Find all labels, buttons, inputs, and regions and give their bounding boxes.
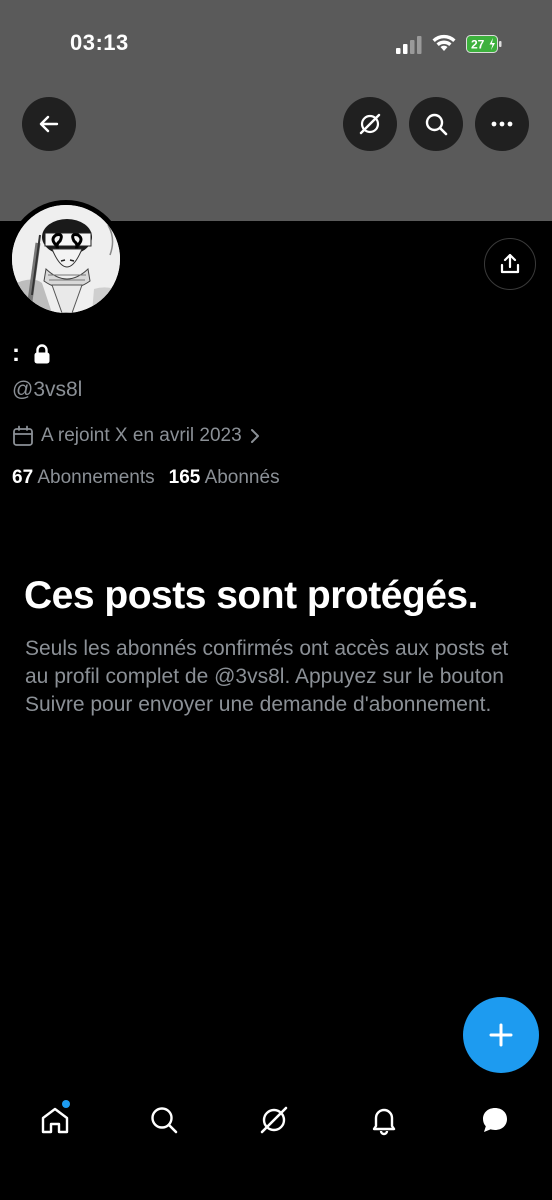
profile-screen: 03:13 27: @3vs8l A rejoint X en avril 2… (0, 0, 552, 1200)
avatar-illustration (12, 205, 120, 313)
home-indicator (0, 1170, 552, 1200)
protected-posts-title: Ces posts sont protégés. (24, 574, 478, 617)
status-bar: 03:13 27 (0, 0, 552, 90)
messages-icon (483, 1108, 507, 1132)
more-horizontal-icon (491, 121, 513, 127)
share-icon (500, 253, 520, 274)
following-count: 67 (12, 467, 34, 488)
tab-messages[interactable] (465, 1085, 525, 1155)
chevron-right-icon (250, 429, 259, 443)
back-button[interactable] (22, 97, 76, 151)
followers-label: Abonnés (204, 467, 280, 488)
followers-count: 165 (168, 467, 201, 488)
lock-icon (34, 344, 50, 364)
following-link[interactable]: 67 Abonnements (12, 467, 155, 488)
status-time: 03:13 (70, 30, 129, 55)
battery-percent: 27 (471, 38, 485, 52)
search-icon (151, 1107, 178, 1134)
grok-button[interactable] (343, 97, 397, 151)
avatar[interactable] (7, 200, 125, 318)
cellular-signal-icon (396, 36, 422, 54)
follow-stats: 67 Abonnements 165 Abonnés (12, 467, 280, 489)
search-icon (425, 113, 448, 136)
followers-link[interactable]: 165 Abonnés (169, 467, 280, 488)
plus-icon (489, 1023, 513, 1047)
protected-posts-description: Seuls les abonnés confirmés ont accès au… (25, 637, 509, 716)
share-profile-button[interactable] (484, 238, 536, 290)
wifi-icon (432, 34, 456, 51)
following-label: Abonnements (37, 467, 155, 488)
grok-icon (260, 1106, 288, 1134)
profile-handle: @3vs8l (12, 378, 83, 401)
tab-home[interactable] (25, 1085, 85, 1155)
bell-icon (372, 1108, 396, 1136)
more-button[interactable] (475, 97, 529, 151)
home-unread-dot (62, 1100, 70, 1108)
joined-date-link[interactable]: A rejoint X en avril 2023 (12, 425, 262, 447)
display-name: : (12, 340, 20, 367)
tab-grok[interactable] (244, 1085, 304, 1155)
tab-search[interactable] (134, 1085, 194, 1155)
tab-notifications[interactable] (354, 1085, 414, 1155)
avatar-image (12, 205, 120, 313)
arrow-left-icon (39, 115, 59, 133)
bottom-tab-bar (0, 1085, 552, 1155)
home-icon (41, 1107, 69, 1134)
grok-icon (359, 113, 381, 135)
calendar-icon (13, 425, 33, 446)
battery-indicator: 27 (466, 35, 502, 53)
compose-post-button[interactable] (463, 997, 539, 1073)
search-button[interactable] (409, 97, 463, 151)
joined-date: A rejoint X en avril 2023 (41, 425, 242, 446)
battery-icon: 27 (466, 35, 502, 53)
